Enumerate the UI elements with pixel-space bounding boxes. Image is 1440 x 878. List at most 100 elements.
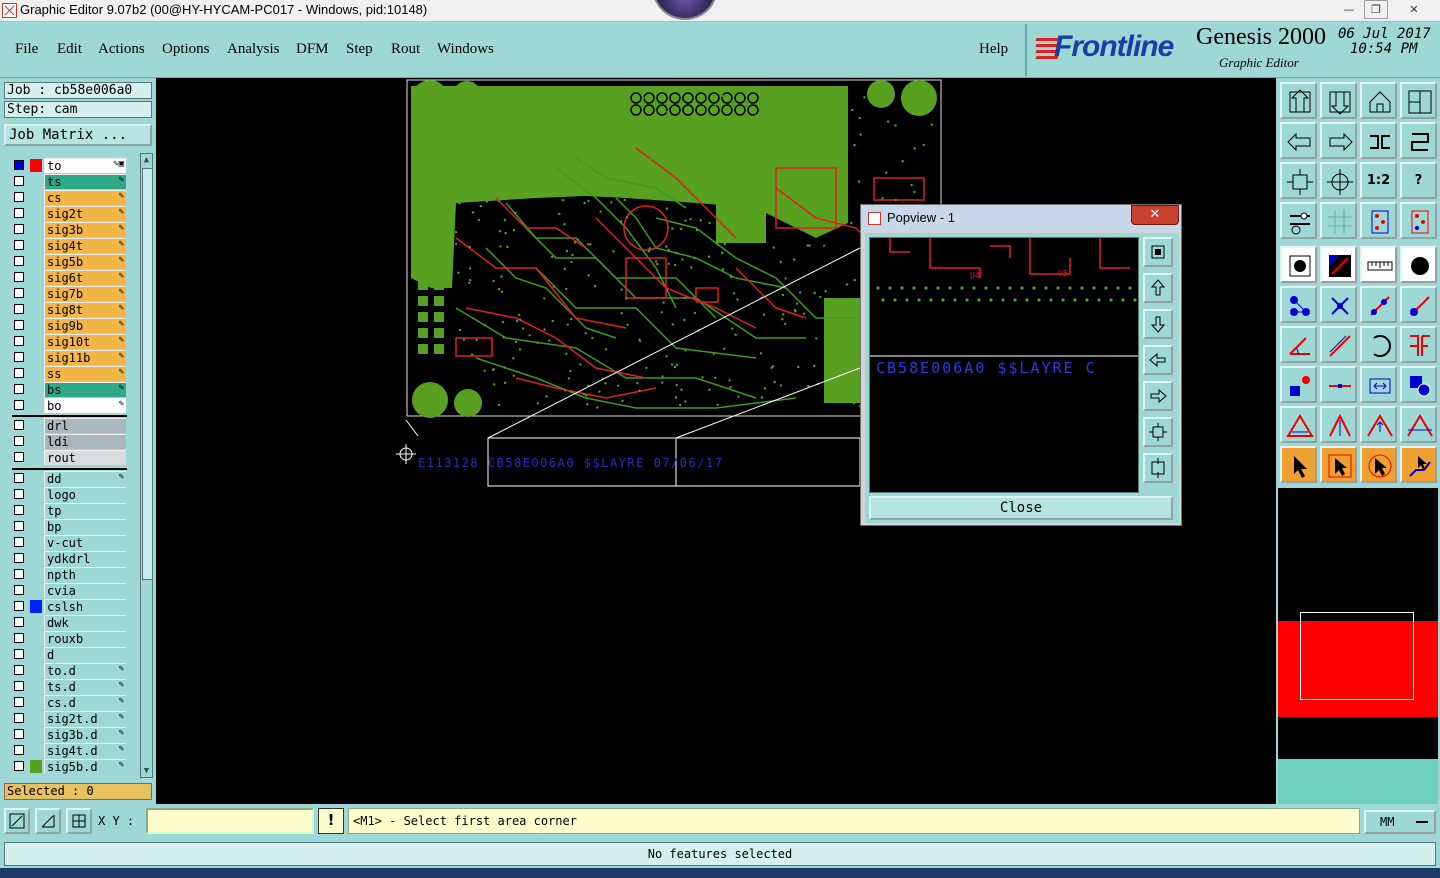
shapes-icon[interactable] bbox=[1400, 366, 1437, 403]
pointer-route-icon[interactable] bbox=[1400, 446, 1437, 483]
layer-row-logo[interactable]: logo bbox=[8, 487, 126, 502]
layer-row-dd[interactable]: dd ✎ bbox=[8, 471, 126, 486]
snap-icon[interactable] bbox=[4, 808, 30, 834]
layer-name[interactable]: npth bbox=[44, 567, 126, 582]
pan-up-icon[interactable] bbox=[1280, 82, 1317, 119]
triangle-4-icon[interactable] bbox=[1400, 406, 1437, 443]
popview-pan-up-icon[interactable] bbox=[1143, 273, 1173, 303]
layer-row-cslsh[interactable]: cslsh bbox=[8, 599, 126, 614]
popview-title-bar[interactable]: Popview - 1 ✕ bbox=[861, 205, 1181, 231]
nodes-icon[interactable] bbox=[1280, 286, 1317, 323]
layer-checkbox[interactable] bbox=[14, 436, 24, 446]
overview-panel[interactable] bbox=[1278, 488, 1438, 804]
layer-checkbox[interactable] bbox=[14, 192, 24, 202]
popview-pan-down-icon[interactable] bbox=[1143, 309, 1173, 339]
layer-name[interactable]: sig4t.d bbox=[44, 743, 126, 758]
layer-checkbox[interactable] bbox=[14, 633, 24, 643]
layer-checkbox[interactable] bbox=[14, 505, 24, 515]
pan-right-icon[interactable] bbox=[1320, 122, 1357, 159]
layer-name[interactable]: cvia bbox=[44, 583, 126, 598]
layer-name[interactable]: ts bbox=[44, 174, 126, 189]
layer-name[interactable]: sig2t bbox=[44, 206, 126, 221]
menu-analysis[interactable]: Analysis bbox=[227, 41, 280, 58]
layer-edit-icon[interactable]: ✎ bbox=[119, 255, 124, 265]
popview-zoom-in-icon[interactable] bbox=[1143, 417, 1173, 447]
zoom-fit-icon[interactable] bbox=[1280, 162, 1317, 199]
layer-name[interactable]: ss bbox=[44, 366, 126, 381]
layer-checkbox[interactable] bbox=[14, 336, 24, 346]
layer-row-ldi[interactable]: ldi bbox=[8, 434, 126, 449]
layer-row-v-cut[interactable]: v-cut bbox=[8, 535, 126, 550]
layer-checkbox[interactable] bbox=[14, 368, 24, 378]
layer-edit-icon[interactable]: ✎ bbox=[119, 271, 124, 281]
window-split-icon[interactable] bbox=[1400, 82, 1437, 119]
layer-name[interactable]: sig11b bbox=[44, 350, 126, 365]
layer-scrollbar[interactable]: ▲ ▼ bbox=[140, 153, 153, 778]
pointer-frame-icon[interactable] bbox=[1320, 446, 1357, 483]
layer-checkbox[interactable] bbox=[14, 665, 24, 675]
layer-name[interactable]: to.d bbox=[44, 663, 126, 678]
triangle-2-icon[interactable] bbox=[1320, 406, 1357, 443]
diagonal-icon[interactable] bbox=[1320, 326, 1357, 363]
layer-name[interactable]: sig10t bbox=[44, 334, 126, 349]
layer-name[interactable]: bo bbox=[44, 398, 126, 413]
layer-checkbox[interactable] bbox=[14, 617, 24, 627]
maximize-button[interactable]: ❐ bbox=[1364, 0, 1388, 19]
layer-row-sig11b[interactable]: sig11b ✎ bbox=[8, 350, 126, 365]
layer-checkbox[interactable] bbox=[14, 697, 24, 707]
layer-checkbox[interactable] bbox=[14, 585, 24, 595]
redraw-icon[interactable] bbox=[1400, 122, 1437, 159]
layer-edit-icon[interactable]: ✎ bbox=[119, 472, 124, 482]
layer-edit-icon[interactable]: ✎ bbox=[119, 303, 124, 313]
layer-checkbox[interactable] bbox=[14, 489, 24, 499]
menu-edit[interactable]: Edit bbox=[57, 41, 82, 58]
layer-row-ydkdrl[interactable]: ydkdrl bbox=[8, 551, 126, 566]
layer-name[interactable]: logo bbox=[44, 487, 126, 502]
menu-rout[interactable]: Rout bbox=[391, 41, 420, 58]
segment-icon[interactable] bbox=[1360, 286, 1397, 323]
arc-icon[interactable] bbox=[1360, 326, 1397, 363]
menu-help[interactable]: Help bbox=[979, 41, 1008, 58]
layer-name[interactable]: sig3b bbox=[44, 222, 126, 237]
menu-actions[interactable]: Actions bbox=[98, 41, 145, 58]
layer-row-to[interactable]: to ✎▣ bbox=[8, 158, 126, 173]
layer-checkbox[interactable] bbox=[14, 761, 24, 771]
layer-row-ts-d[interactable]: ts.d ✎ bbox=[8, 679, 126, 694]
job-matrix-button[interactable]: Job Matrix ... bbox=[4, 124, 152, 146]
layer-row-sig4t-d[interactable]: sig4t.d ✎ bbox=[8, 743, 126, 758]
layer-name[interactable]: drl bbox=[44, 418, 126, 433]
layer-name[interactable]: cslsh bbox=[44, 599, 126, 614]
layer-row-rout[interactable]: rout bbox=[8, 450, 126, 465]
pad-move-icon[interactable] bbox=[1280, 366, 1317, 403]
layer-checkbox[interactable] bbox=[14, 729, 24, 739]
menu-step[interactable]: Step bbox=[346, 41, 373, 58]
layer-name[interactable]: ldi bbox=[44, 434, 126, 449]
menu-options[interactable]: Options bbox=[162, 41, 210, 58]
layer-edit-icon[interactable]: ✎ bbox=[119, 760, 124, 770]
layer-row-sig7b[interactable]: sig7b ✎ bbox=[8, 286, 126, 301]
line-icon[interactable] bbox=[1320, 246, 1357, 283]
layer-name[interactable]: sig5b.d bbox=[44, 759, 126, 774]
layer-row-cs[interactable]: cs ✎ bbox=[8, 190, 126, 205]
layer-checkbox[interactable] bbox=[14, 649, 24, 659]
layer-checkbox[interactable] bbox=[14, 553, 24, 563]
layer-name[interactable]: dd bbox=[44, 471, 126, 486]
layer-name[interactable]: bp bbox=[44, 519, 126, 534]
popview-zoom-out-icon[interactable] bbox=[1143, 453, 1173, 483]
layer-row-sig4t[interactable]: sig4t ✎ bbox=[8, 238, 126, 253]
layer-name[interactable]: cs bbox=[44, 190, 126, 205]
circle-icon[interactable] bbox=[1400, 246, 1437, 283]
layer-name[interactable]: v-cut bbox=[44, 535, 126, 550]
layer-edit-icon[interactable]: ✎ bbox=[119, 696, 124, 706]
line-break-icon[interactable] bbox=[1320, 366, 1357, 403]
layer-row-sig3b[interactable]: sig3b ✎ bbox=[8, 222, 126, 237]
xy-coordinate-input[interactable] bbox=[146, 808, 314, 834]
popview-pan-right-icon[interactable] bbox=[1143, 381, 1173, 411]
minimize-button[interactable]: — bbox=[1338, 1, 1360, 18]
layer-checkbox[interactable] bbox=[14, 320, 24, 330]
layer-row-sig8t[interactable]: sig8t ✎ bbox=[8, 302, 126, 317]
layer-edit-icon[interactable]: ✎ bbox=[119, 664, 124, 674]
popview-viewport[interactable]: U4 U5 CB58E006A0 $$LAYRE C bbox=[869, 237, 1139, 493]
layer-checkbox[interactable] bbox=[14, 521, 24, 531]
layer-name[interactable]: sig6t bbox=[44, 270, 126, 285]
